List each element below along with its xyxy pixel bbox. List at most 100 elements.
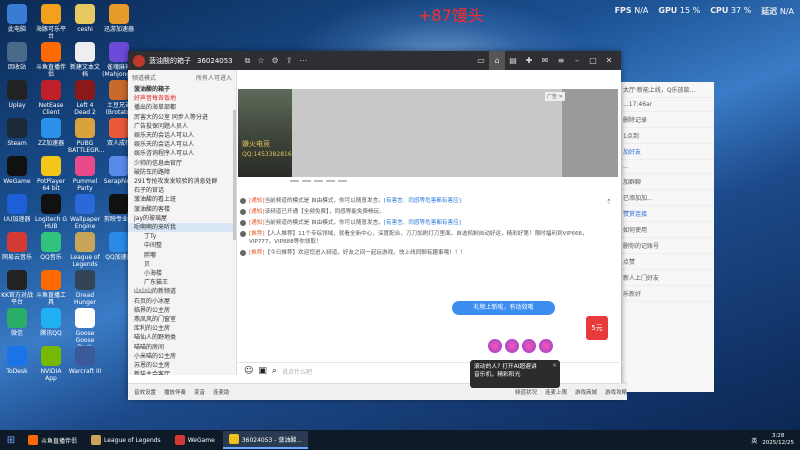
sidebar-channel-item[interactable]: 厉害大的公室 同步人等分进 bbox=[128, 113, 236, 122]
desktop-icon[interactable]: 海豚可乐平台 bbox=[34, 4, 68, 40]
sidebar-channel-item[interactable]: 贝 bbox=[128, 260, 236, 269]
bg-chat-link[interactable]: 赞赏连接 bbox=[619, 206, 714, 222]
gift-icons[interactable] bbox=[488, 339, 553, 353]
sidebar-channel-item[interactable]: 山山山的新频道 bbox=[128, 287, 236, 296]
desktop-icon[interactable]: Goose Goose Duck bbox=[68, 308, 102, 351]
desktop-icon[interactable]: 回收站 bbox=[0, 42, 34, 71]
settings-icon[interactable]: ⚙ bbox=[272, 56, 279, 66]
sidebar-channel-item[interactable]: 291专抢攻发发较验的消息处群 bbox=[128, 177, 236, 186]
bg-chat-row[interactable]: 乐新好 bbox=[619, 286, 714, 302]
taskbar-app[interactable]: League of Legends bbox=[85, 431, 167, 449]
chat-input-placeholder[interactable]: 说点什么吧 bbox=[282, 367, 312, 376]
desktop-icon[interactable]: WeGame bbox=[0, 156, 34, 185]
sidebar-channel-item[interactable]: 小米喵的公主房 bbox=[128, 352, 236, 361]
message-link[interactable]: [有害言、同感等危害都有害应] bbox=[384, 220, 461, 226]
desktop-icon[interactable]: KK官方对战平台 bbox=[0, 270, 34, 306]
more-icon[interactable]: ⋯ bbox=[299, 56, 307, 66]
sidebar-channel-item[interactable]: 石页的小冰屋 bbox=[128, 297, 236, 306]
bg-chat-row[interactable]: 如何使用 bbox=[619, 222, 714, 238]
desktop-icon[interactable]: League of Legends bbox=[68, 232, 102, 268]
sidebar-channel-item[interactable]: 喵仙人的野地类 bbox=[128, 333, 236, 342]
home-icon[interactable]: ⌂ bbox=[489, 51, 505, 70]
image-icon[interactable]: ▣ bbox=[258, 366, 267, 376]
emoji-icon[interactable]: ☺ bbox=[244, 366, 253, 376]
chat-input-bar[interactable]: ☺ ▣ ⌕ 说点什么吧 bbox=[238, 362, 624, 379]
desktop-icon[interactable]: Steam bbox=[0, 118, 34, 147]
sidebar-channel-item[interactable]: 少帅的信息由官厅 bbox=[128, 159, 236, 168]
sidebar-channel-item[interactable]: 呃啊啊的来听我 bbox=[128, 223, 236, 233]
sidebar-channel-item[interactable]: 破防车的路障 bbox=[128, 168, 236, 177]
desktop-icon[interactable]: 腾讯QQ bbox=[34, 308, 68, 337]
sidebar-channel-item[interactable]: 石子的官话 bbox=[128, 186, 236, 195]
clock[interactable]: 3:28 2025/12/25 bbox=[762, 433, 794, 447]
desktop-icon[interactable]: Logitech G HUB bbox=[34, 194, 68, 230]
status-item[interactable]: 播放伴奏 bbox=[164, 388, 186, 396]
sidebar-channel-item[interactable]: 广东猫王 bbox=[128, 278, 236, 287]
desktop-icon[interactable]: ceshi bbox=[68, 4, 102, 33]
desktop-icon[interactable]: 网易云音乐 bbox=[0, 232, 34, 261]
desktop-icon[interactable]: ToDesk bbox=[0, 346, 34, 375]
desktop-icon[interactable]: UU加速器 bbox=[0, 194, 34, 223]
desktop-icon[interactable]: ZZ加速器 bbox=[34, 118, 68, 147]
bg-chat-row[interactable]: 点赞 bbox=[619, 254, 714, 270]
bg-chat-link[interactable]: 加好友 bbox=[619, 144, 714, 160]
taskbar-app[interactable]: 36024053 - 菠油酸... bbox=[222, 431, 309, 449]
desktop-icon[interactable]: QQ音乐 bbox=[34, 232, 68, 261]
ai-tooltip[interactable]: 滚动的人? 打开AI超避讲 音乐机，精彩阳光 ✕ bbox=[470, 360, 560, 388]
menu-icon[interactable]: ≡ bbox=[553, 51, 569, 70]
sidebar-scrollbar[interactable] bbox=[233, 110, 236, 240]
ad-label[interactable]: 广告 ✕ bbox=[545, 92, 565, 101]
sidebar-channel-item[interactable]: 丁Ty bbox=[128, 232, 236, 241]
desktop-icon[interactable]: 斗鱼直播工具 bbox=[34, 270, 68, 306]
message-link[interactable]: [有害言、同感等危害都有害应] bbox=[384, 198, 461, 204]
gift-badge[interactable]: 5元 bbox=[586, 316, 608, 340]
sidebar-channel-item[interactable]: 娱乐天的会话人可以人 bbox=[128, 131, 236, 140]
desktop-icon[interactable]: 斗鱼直播伴侣 bbox=[34, 42, 68, 78]
status-item[interactable]: 音效设置 bbox=[134, 388, 156, 396]
bg-chat-row[interactable]: 加群聊 bbox=[619, 174, 714, 190]
copy-icon[interactable]: ⧉ bbox=[245, 56, 251, 66]
start-menu-icon[interactable]: ⊞ bbox=[0, 430, 22, 450]
status-right-item[interactable]: 游戏商城 bbox=[575, 388, 597, 396]
status-right-item[interactable]: 游戏攻略 bbox=[605, 388, 627, 396]
sidebar-channel-item[interactable]: 播出的海草部都 bbox=[128, 103, 236, 112]
mail-icon[interactable]: ✉ bbox=[537, 51, 553, 70]
sidebar-channel-item[interactable]: 库利的公主房 bbox=[128, 324, 236, 333]
sidebar-channel-item[interactable]: 苏恩的公主房 bbox=[128, 361, 236, 370]
lang-indicator[interactable]: 英 bbox=[751, 436, 757, 445]
sidebar-channel-item[interactable]: 娱乐天的会话人可以人 bbox=[128, 140, 236, 149]
sidebar-mode-label[interactable]: 频道模式 bbox=[132, 73, 156, 82]
star-icon[interactable]: ☆ bbox=[257, 56, 264, 66]
desktop-icon[interactable]: Wallpaper Engine bbox=[68, 194, 102, 230]
carousel-dots[interactable] bbox=[290, 180, 347, 182]
sidebar-channel-item[interactable]: 好声音每各饭地 bbox=[128, 94, 236, 103]
sidebar-channel-item[interactable]: 广告投保问题人员人 bbox=[128, 122, 236, 131]
status-item[interactable]: 连麦助 bbox=[213, 388, 230, 396]
taskbar-app[interactable]: WeGame bbox=[169, 431, 221, 449]
bg-chat-row[interactable]: ...17:46ar bbox=[619, 98, 714, 112]
sidebar-channel-item[interactable]: 胖嘟 bbox=[128, 251, 236, 260]
desktop-icon[interactable]: 此电脑 bbox=[0, 4, 34, 33]
bg-chat-row[interactable]: 1点到 bbox=[619, 128, 714, 144]
sidebar-channel-item[interactable]: 菠油酸的客楼 bbox=[128, 205, 236, 214]
sidebar-channel-item[interactable]: 菠油酸的看上班 bbox=[128, 195, 236, 204]
window-titlebar[interactable]: 菠油酸的箱子 36024053 ⧉ ☆ ⚙ ⇪ ⋯ ▭ ⌂ ▤ ✚ ✉ ≡ – … bbox=[128, 51, 621, 70]
status-right-item[interactable]: 频道状况 bbox=[515, 388, 537, 396]
bg-chat-row[interactable]: 删除记录 bbox=[619, 112, 714, 128]
desktop-icon[interactable]: Warcraft III bbox=[68, 346, 102, 375]
desktop-icon[interactable]: PotPlayer 64 bit bbox=[34, 156, 68, 192]
minimize-button[interactable]: – bbox=[569, 51, 585, 70]
tooltip-close-icon[interactable]: ✕ bbox=[552, 362, 557, 370]
desktop-icon[interactable]: NetEase Client bbox=[34, 80, 68, 116]
search-icon[interactable]: ⌕ bbox=[272, 366, 277, 376]
desktop-icon[interactable]: 迅游加速器 bbox=[102, 4, 136, 33]
taskbar-app[interactable]: 斗鱼直播伴侣 bbox=[22, 431, 83, 449]
sidebar-channel-item[interactable]: 燕凤风的门窗室 bbox=[128, 315, 236, 324]
bg-chat-row[interactable]: ... bbox=[619, 160, 714, 174]
bg-chat-row[interactable]: 太厅·新能上线，Q乐放款... bbox=[619, 82, 714, 98]
sidebar-channel-item[interactable]: 中间整 bbox=[128, 241, 236, 250]
bg-chat-row[interactable]: 已添加加... bbox=[619, 190, 714, 206]
desktop-icon[interactable]: NVIDIA App bbox=[34, 346, 68, 382]
desktop-icon[interactable]: Uplay bbox=[0, 80, 34, 109]
sidebar-channel-item[interactable]: 新装主会客厅 bbox=[128, 370, 236, 375]
